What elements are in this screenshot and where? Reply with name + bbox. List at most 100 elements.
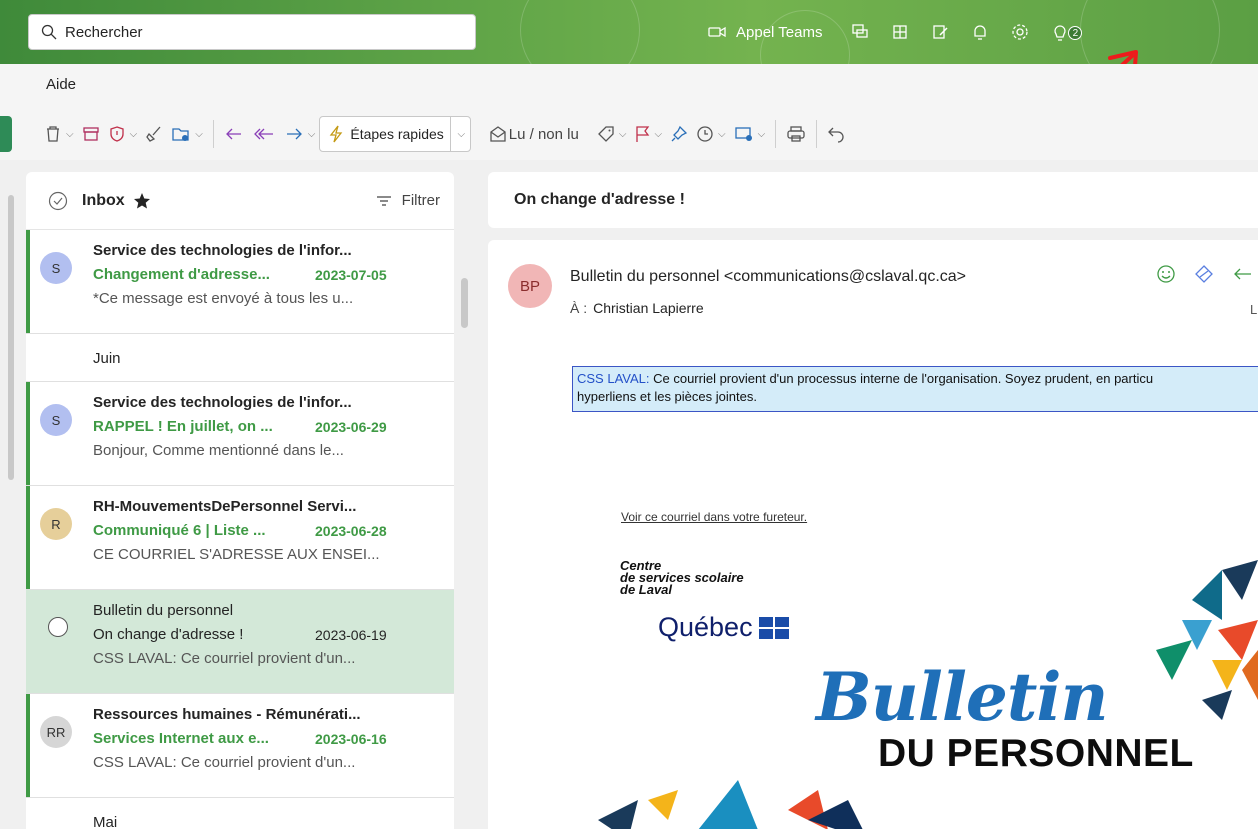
settings-button[interactable] (1000, 12, 1040, 52)
avatar: R (40, 508, 72, 540)
notifications-button[interactable] (960, 12, 1000, 52)
my-day-button[interactable] (920, 12, 960, 52)
group-header-june[interactable]: Juin (26, 334, 454, 382)
header-actions: Appel Teams 2 (700, 0, 1083, 64)
avatar: S (40, 404, 72, 436)
pin-icon (671, 125, 688, 142)
unread-indicator (26, 486, 30, 589)
envelope-open-icon (490, 126, 506, 142)
message-list: Inbox Filtrer S Service des technologies… (26, 172, 454, 829)
quebec-logo: Québec (658, 612, 789, 643)
message-sender: Ressources humaines - Rémunérati... (93, 706, 361, 723)
loop-icon[interactable] (1194, 264, 1214, 284)
message-item-selected[interactable]: Bulletin du personnel On change d'adress… (26, 590, 454, 694)
message-preview: CE COURRIEL S'ADRESSE AUX ENSEI... (93, 546, 380, 563)
message-sender: RH-MouvementsDePersonnel Servi... (93, 498, 357, 515)
sender-avatar[interactable]: BP (508, 264, 552, 308)
reply-icon[interactable] (1232, 264, 1252, 284)
group-label: Juin (93, 350, 121, 367)
css-laval-logo: Centre de services scolaire de Laval (620, 559, 744, 597)
message-date: 2023-07-05 (315, 267, 387, 283)
bulletin-title-art: Bulletin (816, 658, 1108, 736)
chat-button[interactable] (840, 12, 880, 52)
message-list-scrollbar[interactable] (461, 278, 468, 328)
ribbon-tabs: Aide (0, 64, 1258, 108)
quick-steps-label: Étapes rapides (350, 126, 444, 142)
forward-button[interactable]: ⌵ (280, 116, 320, 152)
message-sender: Bulletin du personnel (93, 602, 234, 619)
reading-subject-bar: On change d'adresse ! (488, 172, 1258, 228)
quebec-flag-icon (758, 616, 789, 639)
teams-call-button[interactable]: Appel Teams (700, 12, 840, 52)
lightbulb-icon (1054, 25, 1067, 41)
external-warning-banner: CSS LAVAL: Ce courriel provient d'un pro… (572, 366, 1258, 412)
search-input[interactable]: Rechercher (28, 14, 476, 50)
new-mail-button-edge[interactable] (0, 116, 12, 152)
group-header-may[interactable]: Mai (26, 798, 454, 829)
decorative-shapes-bottom (598, 780, 863, 829)
message-item[interactable]: RR Ressources humaines - Rémunérati... S… (26, 694, 454, 798)
delete-button[interactable]: ⌵ (40, 116, 78, 152)
toolbar-separator (212, 120, 214, 148)
message-item[interactable]: S Service des technologies de l'infor...… (26, 230, 454, 334)
folder-move-icon (172, 128, 189, 141)
pin-button[interactable] (666, 116, 692, 152)
message-item[interactable]: R RH-MouvementsDePersonnel Servi... Comm… (26, 486, 454, 590)
reply-button[interactable] (220, 116, 248, 152)
read-unread-button[interactable]: Lu / non lu (485, 116, 583, 152)
emoji-reaction-icon[interactable] (1156, 264, 1176, 284)
archive-button[interactable] (78, 116, 104, 152)
tag-icon (597, 126, 614, 142)
report-button[interactable]: ⌵ (104, 116, 142, 152)
search-icon (41, 24, 57, 40)
decorative-shapes (1156, 560, 1258, 720)
message-sender: Service des technologies de l'infor... (93, 242, 352, 259)
tab-help[interactable]: Aide (46, 76, 76, 93)
sweep-button[interactable] (141, 116, 167, 152)
quick-steps-button[interactable]: Étapes rapides ⌵ (319, 116, 471, 152)
notes-edit-icon (933, 25, 948, 39)
message-subject: On change d'adresse ! (93, 626, 244, 643)
search-placeholder: Rechercher (65, 23, 143, 41)
message-actions (1156, 264, 1252, 284)
filter-icon (376, 195, 391, 206)
banner-label: CSS LAVAL: (577, 371, 650, 386)
banner-text: Ce courriel provient d'un processus inte… (649, 371, 1154, 386)
message-subject: Changement d'adresse... (93, 266, 270, 283)
message-date: 2023-06-29 (315, 419, 387, 435)
folder-pane-scrollbar[interactable] (8, 195, 14, 480)
logo-line: de Laval (620, 582, 673, 597)
view-in-browser-link[interactable]: Voir ce courriel dans votre fureteur. (621, 510, 807, 524)
categorize-button[interactable]: ⌵ (593, 116, 631, 152)
toolbar-separator (775, 120, 777, 148)
move-to-button[interactable]: ⌵ (167, 116, 207, 152)
office-apps-button[interactable] (880, 12, 920, 52)
star-icon[interactable] (133, 192, 151, 210)
avatar: RR (40, 716, 72, 748)
archive-icon (82, 127, 99, 141)
forward-icon (286, 128, 302, 140)
undo-button[interactable] (823, 116, 849, 152)
message-item[interactable]: S Service des technologies de l'infor...… (26, 382, 454, 486)
message-subject: RAPPEL ! En juillet, on ... (93, 418, 273, 435)
quick-steps-dropdown[interactable]: ⌵ (449, 117, 470, 151)
flag-button[interactable]: ⌵ (630, 116, 666, 152)
shield-alert-icon (109, 126, 124, 142)
print-button[interactable] (782, 116, 810, 152)
sender-name[interactable]: Bulletin du personnel <communications@cs… (570, 268, 966, 286)
snooze-button[interactable]: ⌵ (692, 116, 730, 152)
message-preview: *Ce message est envoyé à tous les u... (93, 290, 354, 307)
gear-icon (1012, 24, 1029, 40)
rules-button[interactable]: ⌵ (730, 116, 770, 152)
reply-all-button[interactable] (248, 116, 280, 152)
select-all-checkbox-icon[interactable] (48, 191, 68, 211)
lightning-icon (330, 125, 343, 143)
message-preview: Bonjour, Comme mentionné dans le... (93, 442, 344, 459)
message-subject: Services Internet aux e... (93, 730, 269, 747)
select-radio[interactable] (48, 617, 68, 637)
personnel-title: DU PERSONNEL (878, 732, 1194, 775)
tips-badge: 2 (1068, 26, 1083, 40)
filter-button[interactable]: Filtrer (376, 192, 440, 209)
recipient-name[interactable]: Christian Lapierre (593, 300, 704, 316)
trash-icon (47, 126, 59, 142)
